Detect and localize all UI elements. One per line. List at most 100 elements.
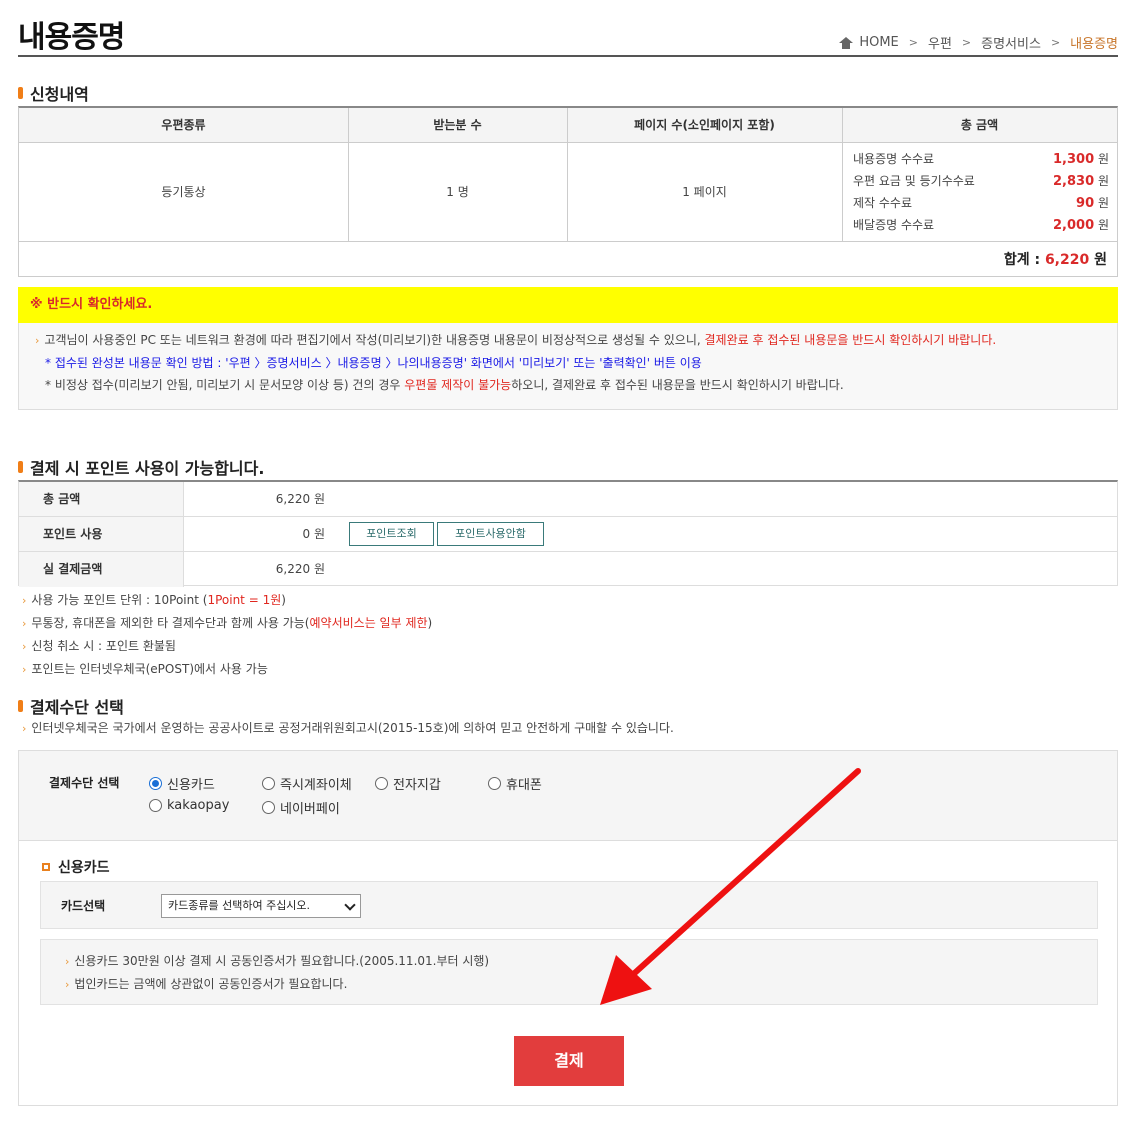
radio-icon[interactable] bbox=[488, 777, 501, 790]
radio-icon[interactable] bbox=[262, 801, 275, 814]
chevron-right-icon: > bbox=[1050, 36, 1061, 49]
notice-text: 하오니, 결제완료 후 접수된 내용문을 반드시 확인하시기 바랍니다. bbox=[511, 378, 844, 392]
payment-desc-text: 인터넷우체국은 국가에서 운영하는 공공사이트로 공정거래위원회고시(2015-… bbox=[31, 721, 674, 735]
chevron-right-icon: > bbox=[961, 36, 972, 49]
fee-row: 제작 수수료 90 원 bbox=[853, 194, 1109, 216]
square-bullet-icon bbox=[42, 863, 50, 871]
section-bullet-icon bbox=[18, 461, 23, 473]
radio-icon[interactable] bbox=[149, 799, 162, 812]
method-mobile[interactable]: 휴대폰 bbox=[488, 774, 542, 793]
method-e-wallet[interactable]: 전자지갑 bbox=[375, 774, 441, 793]
breadcrumb-certificate-service[interactable]: 증명서비스 bbox=[981, 33, 1041, 52]
arrow-bullet-icon: › bbox=[65, 955, 70, 968]
method-bank-transfer[interactable]: 즉시계좌이체 bbox=[262, 774, 352, 793]
note-highlight: 예약서비스는 일부 제한 bbox=[309, 616, 428, 630]
card-notes: › 신용카드 30만원 이상 결제 시 공동인증서가 필요합니다.(2005.11… bbox=[40, 939, 1098, 1005]
notice-highlight: 우편물 제작이 불가능 bbox=[404, 378, 512, 392]
points-row-label: 실 결제금액 bbox=[19, 552, 184, 587]
breadcrumb-post[interactable]: 우편 bbox=[928, 33, 952, 52]
arrow-bullet-icon: › bbox=[35, 334, 40, 347]
method-credit-card[interactable]: 신용카드 bbox=[149, 774, 215, 793]
method-label: 신용카드 bbox=[167, 778, 215, 793]
note-text: 사용 가능 포인트 단위 : 10Point ( bbox=[31, 593, 208, 607]
fee-label: 내용증명 수수료 bbox=[853, 152, 935, 166]
points-section-title: 결제 시 포인트 사용이 가능합니다. bbox=[18, 455, 264, 479]
home-icon[interactable] bbox=[839, 36, 854, 49]
points-section-title-text: 결제 시 포인트 사용이 가능합니다. bbox=[30, 459, 265, 478]
points-note: › 사용 가능 포인트 단위 : 10Point (1Point = 1원) bbox=[22, 589, 432, 612]
notice-text: 고객님이 사용중인 PC 또는 네트워크 환경에 따라 편집기에서 작성(미리보… bbox=[44, 333, 705, 347]
fee-row: 내용증명 수수료 1,300 원 bbox=[853, 150, 1109, 172]
point-lookup-button[interactable]: 포인트조회 bbox=[349, 522, 434, 546]
points-row-label: 총 금액 bbox=[19, 482, 184, 516]
fee-row: 배달증명 수수료 2,000 원 bbox=[853, 216, 1109, 238]
pay-button[interactable]: 결제 bbox=[514, 1036, 624, 1086]
points-row-value: 6,220 원 bbox=[275, 562, 325, 576]
radio-icon[interactable] bbox=[262, 777, 275, 790]
pages-value: 1 페이지 bbox=[682, 185, 727, 199]
points-note: › 신청 취소 시 : 포인트 환불됨 bbox=[22, 635, 432, 658]
breadcrumb-current[interactable]: 내용증명 bbox=[1070, 33, 1118, 52]
method-label: 즉시계좌이체 bbox=[280, 778, 352, 793]
notice-line: * 접수된 완성본 내용문 확인 방법 : '우편 〉증명서비스 〉내용증명 〉… bbox=[45, 356, 702, 370]
note-text: 신청 취소 시 : 포인트 환불됨 bbox=[31, 639, 176, 653]
card-select-value: 카드종류를 선택하여 주십시오. bbox=[168, 899, 311, 912]
col-divider bbox=[348, 108, 349, 241]
notice-line: * 비정상 접수(미리보기 안됨, 미리보기 시 문서모양 이상 등) 건의 경… bbox=[35, 374, 1117, 396]
method-kakaopay[interactable]: kakaopay bbox=[149, 798, 229, 813]
method-label: kakaopay bbox=[167, 798, 230, 813]
notice-line: › 고객님이 사용중인 PC 또는 네트워크 환경에 따라 편집기에서 작성(미리… bbox=[35, 329, 1117, 352]
breadcrumb: HOME > 우편 > 증명서비스 > 내용증명 bbox=[839, 33, 1118, 52]
payment-section-title-text: 결제수단 선택 bbox=[30, 698, 124, 717]
note-highlight: 1Point = 1원 bbox=[207, 593, 282, 607]
chevron-right-icon: > bbox=[908, 36, 918, 49]
note-text: ) bbox=[427, 616, 433, 630]
notice-body: › 고객님이 사용중인 PC 또는 네트워크 환경에 따라 편집기에서 작성(미리… bbox=[18, 323, 1118, 410]
fee-label: 제작 수수료 bbox=[853, 196, 913, 210]
fee-amount: 2,000 bbox=[1053, 218, 1095, 233]
card-note-text: 신용카드 30만원 이상 결제 시 공동인증서가 필요합니다.(2005.11.… bbox=[74, 954, 490, 968]
application-section-title: 신청내역 bbox=[18, 81, 89, 105]
points-row-label: 포인트 사용 bbox=[19, 517, 184, 551]
payment-desc: › 인터넷우체국은 국가에서 운영하는 공공사이트로 공정거래위원회고시(2015… bbox=[22, 717, 674, 740]
points-row-total: 총 금액 6,220 원 bbox=[19, 482, 1117, 517]
col-total-amount: 총 금액 bbox=[960, 118, 999, 132]
card-type-select[interactable]: 카드종류를 선택하여 주십시오. bbox=[161, 894, 361, 918]
breadcrumb-home[interactable]: HOME bbox=[859, 35, 898, 50]
fee-unit: 원 bbox=[1097, 152, 1109, 166]
method-label: 전자지갑 bbox=[393, 778, 441, 793]
section-bullet-icon bbox=[18, 87, 23, 99]
radio-icon[interactable] bbox=[375, 777, 388, 790]
red-arrow-annotation-icon bbox=[600, 768, 861, 1005]
points-row-usage: 포인트 사용 0 원 포인트조회 포인트사용안함 bbox=[19, 517, 1117, 552]
header-divider bbox=[18, 55, 1118, 57]
payment-section-title: 결제수단 선택 bbox=[18, 694, 124, 718]
point-not-use-button[interactable]: 포인트사용안함 bbox=[437, 522, 544, 546]
points-row-final: 실 결제금액 6,220 원 bbox=[19, 552, 1117, 587]
card-select-row: 카드선택 카드종류를 선택하여 주십시오. bbox=[40, 881, 1098, 929]
row-divider bbox=[19, 241, 1117, 242]
fee-amount: 90 bbox=[1076, 196, 1095, 211]
application-table: 우편종류 받는분 수 페이지 수(소인페이지 포함) 총 금액 등기통상 1 명… bbox=[18, 106, 1118, 277]
col-mail-type: 우편종류 bbox=[161, 118, 206, 132]
fee-unit: 원 bbox=[1097, 218, 1109, 232]
total-label: 합계 : bbox=[1003, 252, 1045, 268]
fee-label: 배달증명 수수료 bbox=[853, 218, 935, 232]
total-sum: 합계 : 6,220 원 bbox=[1004, 249, 1107, 269]
col-divider bbox=[567, 108, 568, 241]
notice-text: * 비정상 접수(미리보기 안됨, 미리보기 시 문서모양 이상 등) 건의 경… bbox=[45, 378, 405, 392]
arrow-bullet-icon: › bbox=[65, 978, 70, 991]
points-row-value: 0 원 bbox=[302, 527, 326, 541]
total-value: 6,220 bbox=[1044, 252, 1090, 268]
arrow-bullet-icon: › bbox=[22, 617, 27, 630]
application-table-header: 우편종류 받는분 수 페이지 수(소인페이지 포함) 총 금액 bbox=[19, 108, 1117, 143]
fee-amount: 2,830 bbox=[1053, 174, 1095, 189]
card-section-title-text: 신용카드 bbox=[58, 860, 110, 876]
points-note: › 무통장, 휴대폰을 제외한 타 결제수단과 함께 사용 가능(예약서비스는 일… bbox=[22, 612, 432, 635]
method-label: 휴대폰 bbox=[506, 778, 542, 793]
note-text: ) bbox=[281, 593, 286, 607]
section-bullet-icon bbox=[18, 700, 23, 712]
radio-selected-icon[interactable] bbox=[149, 777, 162, 790]
col-recipients: 받는분 수 bbox=[433, 118, 482, 132]
method-naverpay[interactable]: 네이버페이 bbox=[262, 798, 340, 817]
